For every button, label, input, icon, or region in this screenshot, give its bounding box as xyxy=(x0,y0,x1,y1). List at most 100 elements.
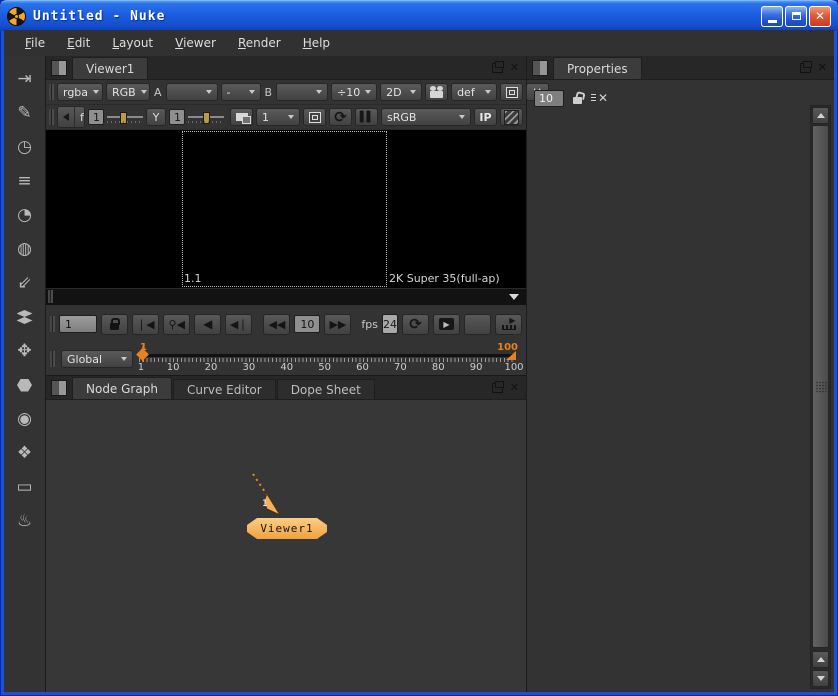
current-frame-field[interactable]: 1 xyxy=(59,315,97,333)
frame-range-mode-dropdown[interactable]: Global xyxy=(61,350,133,368)
close-panel-icon[interactable]: ✕ xyxy=(818,62,827,73)
gamma-slider[interactable] xyxy=(188,110,224,124)
gamma-toggle-button[interactable]: Y xyxy=(146,108,166,126)
timeline-ruler[interactable]: 1102030405060708090100 1 100 xyxy=(139,345,514,373)
tool-time-button[interactable]: ◷ xyxy=(4,130,45,164)
menu-viewer[interactable]: Viewer xyxy=(164,32,227,54)
tab-node-graph[interactable]: Node Graph xyxy=(72,377,172,399)
roi-button[interactable] xyxy=(500,83,523,101)
viewer-viewport[interactable]: 1.1 2K Super 35(full-ap) xyxy=(46,130,526,288)
tool-draw-button[interactable]: ✎ xyxy=(4,96,45,130)
back-increment-button[interactable]: ◀◀ xyxy=(263,314,290,335)
tab-properties[interactable]: Properties xyxy=(553,57,642,79)
viewer-process-dropdown[interactable]: def xyxy=(451,83,497,101)
pause-button[interactable]: ▌▌ xyxy=(355,108,378,126)
menu-render[interactable]: Render xyxy=(227,32,292,54)
tool-transform-button[interactable]: ✥ xyxy=(4,334,45,368)
tab-curve-editor[interactable]: Curve Editor xyxy=(173,379,276,399)
ruler-track[interactable] xyxy=(139,354,514,357)
maximize-button[interactable] xyxy=(785,6,807,27)
close-all-panels-icon[interactable]: ✕ xyxy=(591,92,608,104)
menu-help[interactable]: Help xyxy=(292,32,341,54)
prev-keyframe-button[interactable]: ⚲◀ xyxy=(163,314,190,335)
out-point-marker[interactable] xyxy=(506,351,516,360)
tab-viewer1[interactable]: Viewer1 xyxy=(72,57,148,79)
row-grip[interactable] xyxy=(50,316,55,332)
tool-channel-button[interactable]: ≡ xyxy=(4,164,45,198)
tool-metadata-button[interactable]: ❖ xyxy=(4,436,45,470)
view-mode-dropdown[interactable]: 2D xyxy=(380,83,422,101)
scroll-up-button-2[interactable] xyxy=(812,651,829,668)
gain-value-field[interactable]: 1 xyxy=(88,109,104,125)
panel-limit-field[interactable]: 10 xyxy=(534,90,564,107)
goto-start-button[interactable]: ❘◀ xyxy=(132,314,159,335)
tool-merge-button[interactable] xyxy=(4,300,45,334)
scroll-down-button[interactable] xyxy=(812,670,829,687)
float-panel-icon[interactable] xyxy=(492,383,503,393)
gain-slider-handle[interactable] xyxy=(120,112,127,124)
tool-image-button[interactable]: ⇥ xyxy=(4,62,45,96)
tool-other-button[interactable]: ▭ xyxy=(4,470,45,504)
checkerboard-button[interactable] xyxy=(500,108,523,126)
menu-layout[interactable]: Layout xyxy=(101,32,164,54)
play-forward-button[interactable]: ▶ xyxy=(433,314,460,335)
flipbook-button[interactable] xyxy=(495,314,522,335)
viewer-lut-dropdown[interactable]: sRGB xyxy=(381,108,471,126)
pane-menu-icon[interactable] xyxy=(51,60,67,76)
downrez-dropdown[interactable]: 1 xyxy=(256,108,300,126)
a-buffer-dropdown[interactable] xyxy=(166,83,218,101)
fps-field[interactable]: 24 xyxy=(382,314,398,334)
gamma-value-field[interactable]: 1 xyxy=(169,109,185,125)
tool-threed-button[interactable] xyxy=(4,368,45,402)
play-backward-button[interactable]: ◀ xyxy=(194,314,221,335)
loop-mode-button[interactable]: ⟳ xyxy=(402,314,429,335)
tab-dope-sheet[interactable]: Dope Sheet xyxy=(277,379,375,399)
step-back-button[interactable]: ◀❘ xyxy=(225,314,252,335)
pane-menu-icon[interactable] xyxy=(51,380,67,396)
tool-keyer-button[interactable]: ⇙ xyxy=(4,266,45,300)
channels-dropdown[interactable]: rgba xyxy=(57,83,103,101)
input-process-button[interactable]: IP xyxy=(474,108,497,126)
display-style-dropdown[interactable]: RGB xyxy=(106,83,150,101)
node-graph-canvas[interactable]: 1 Viewer1 xyxy=(46,400,526,692)
menu-edit[interactable]: Edit xyxy=(56,32,101,54)
fstop-control[interactable]: f/8 xyxy=(57,106,85,128)
blank-button[interactable] xyxy=(464,314,491,335)
gain-slider[interactable] xyxy=(107,110,143,124)
minimize-button[interactable] xyxy=(761,6,783,27)
clip-warning-button[interactable] xyxy=(303,108,326,126)
tool-color-button[interactable]: ◔ xyxy=(4,198,45,232)
tool-filter-button[interactable]: ◍ xyxy=(4,232,45,266)
close-button[interactable]: ✕ xyxy=(809,6,831,27)
render-camera-button[interactable] xyxy=(425,83,448,101)
lock-range-button[interactable] xyxy=(101,314,128,335)
tool-furnace-button[interactable]: ♨ xyxy=(4,504,45,538)
viewer1-node[interactable]: Viewer1 xyxy=(247,518,327,539)
float-panel-icon[interactable] xyxy=(492,63,503,73)
frame-increment-field[interactable]: 10 xyxy=(294,315,320,333)
tool-views-button[interactable]: ◉ xyxy=(4,402,45,436)
frame-slider-strip[interactable] xyxy=(46,288,526,305)
close-panel-icon[interactable]: ✕ xyxy=(510,382,519,393)
forward-increment-button[interactable]: ▶▶ xyxy=(324,314,351,335)
fstop-decrement[interactable] xyxy=(58,107,75,127)
gamma-slider-handle[interactable] xyxy=(203,112,210,124)
b-buffer-dropdown[interactable] xyxy=(276,83,328,101)
chevron-down-icon[interactable] xyxy=(509,294,519,300)
update-button[interactable]: ⟳ xyxy=(329,108,352,126)
scrollbar-thumb[interactable] xyxy=(812,125,829,648)
gain-preset-dropdown[interactable]: ÷10 xyxy=(331,83,377,101)
close-panel-icon[interactable]: ✕ xyxy=(510,62,519,73)
row-grip[interactable] xyxy=(49,109,54,125)
row-grip[interactable] xyxy=(49,84,54,100)
strip-grip[interactable] xyxy=(48,290,53,303)
properties-scrollbar[interactable] xyxy=(810,105,831,689)
blend-mode-dropdown[interactable]: - xyxy=(221,83,261,101)
title-bar[interactable]: Untitled - Nuke ✕ xyxy=(0,0,838,31)
float-panel-icon[interactable] xyxy=(800,63,811,73)
menu-file[interactable]: File xyxy=(14,32,56,54)
pane-menu-icon[interactable] xyxy=(532,60,548,76)
row-grip[interactable] xyxy=(50,351,55,367)
scroll-up-button[interactable] xyxy=(812,107,829,124)
display-window-button[interactable] xyxy=(230,108,253,126)
